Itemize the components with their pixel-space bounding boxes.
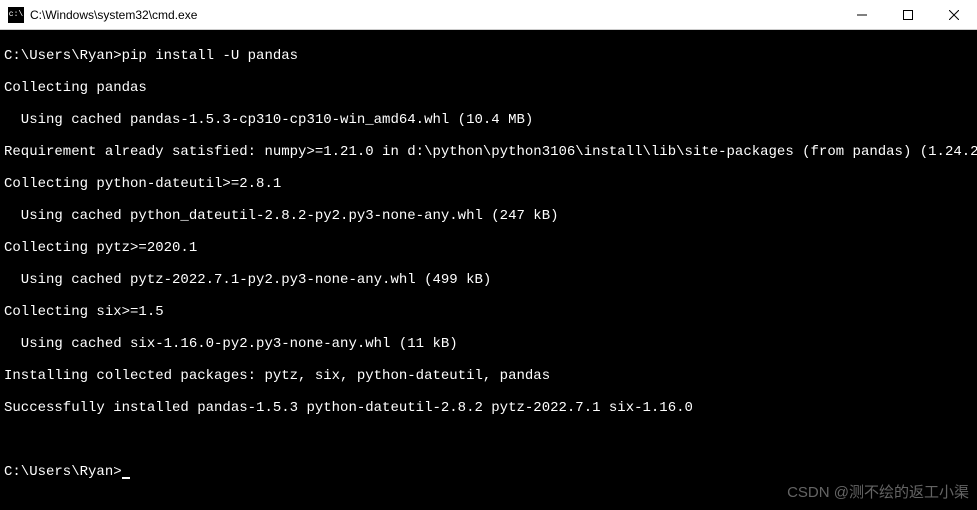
output-line: Collecting pandas <box>4 80 977 96</box>
output-line: Using cached six-1.16.0-py2.py3-none-any… <box>4 336 977 352</box>
cmd-icon: c:\ <box>8 7 24 23</box>
output-line: Collecting pytz>=2020.1 <box>4 240 977 256</box>
minimize-button[interactable] <box>839 0 885 29</box>
cursor <box>122 477 130 479</box>
watermark-text: CSDN @测不绘的返工小渠 <box>787 481 969 502</box>
output-line: Requirement already satisfied: numpy>=1.… <box>4 144 977 160</box>
prompt-line: C:\Users\Ryan> <box>4 464 977 480</box>
prompt: C:\Users\Ryan> <box>4 464 122 480</box>
prompt-line: C:\Users\Ryan>pip install -U pandas <box>4 48 977 64</box>
blank-line <box>4 432 977 448</box>
window-controls <box>839 0 977 29</box>
output-line: Using cached python_dateutil-2.8.2-py2.p… <box>4 208 977 224</box>
window-title: C:\Windows\system32\cmd.exe <box>30 8 839 22</box>
titlebar: c:\ C:\Windows\system32\cmd.exe <box>0 0 977 30</box>
output-line: Using cached pandas-1.5.3-cp310-cp310-wi… <box>4 112 977 128</box>
close-button[interactable] <box>931 0 977 29</box>
output-line: Collecting python-dateutil>=2.8.1 <box>4 176 977 192</box>
command-text: pip install -U pandas <box>122 48 298 64</box>
output-line: Successfully installed pandas-1.5.3 pyth… <box>4 400 977 416</box>
output-line: Installing collected packages: pytz, six… <box>4 368 977 384</box>
output-line: Using cached pytz-2022.7.1-py2.py3-none-… <box>4 272 977 288</box>
terminal-output[interactable]: C:\Users\Ryan>pip install -U pandas Coll… <box>0 30 977 496</box>
prompt: C:\Users\Ryan> <box>4 48 122 64</box>
maximize-button[interactable] <box>885 0 931 29</box>
output-line: Collecting six>=1.5 <box>4 304 977 320</box>
